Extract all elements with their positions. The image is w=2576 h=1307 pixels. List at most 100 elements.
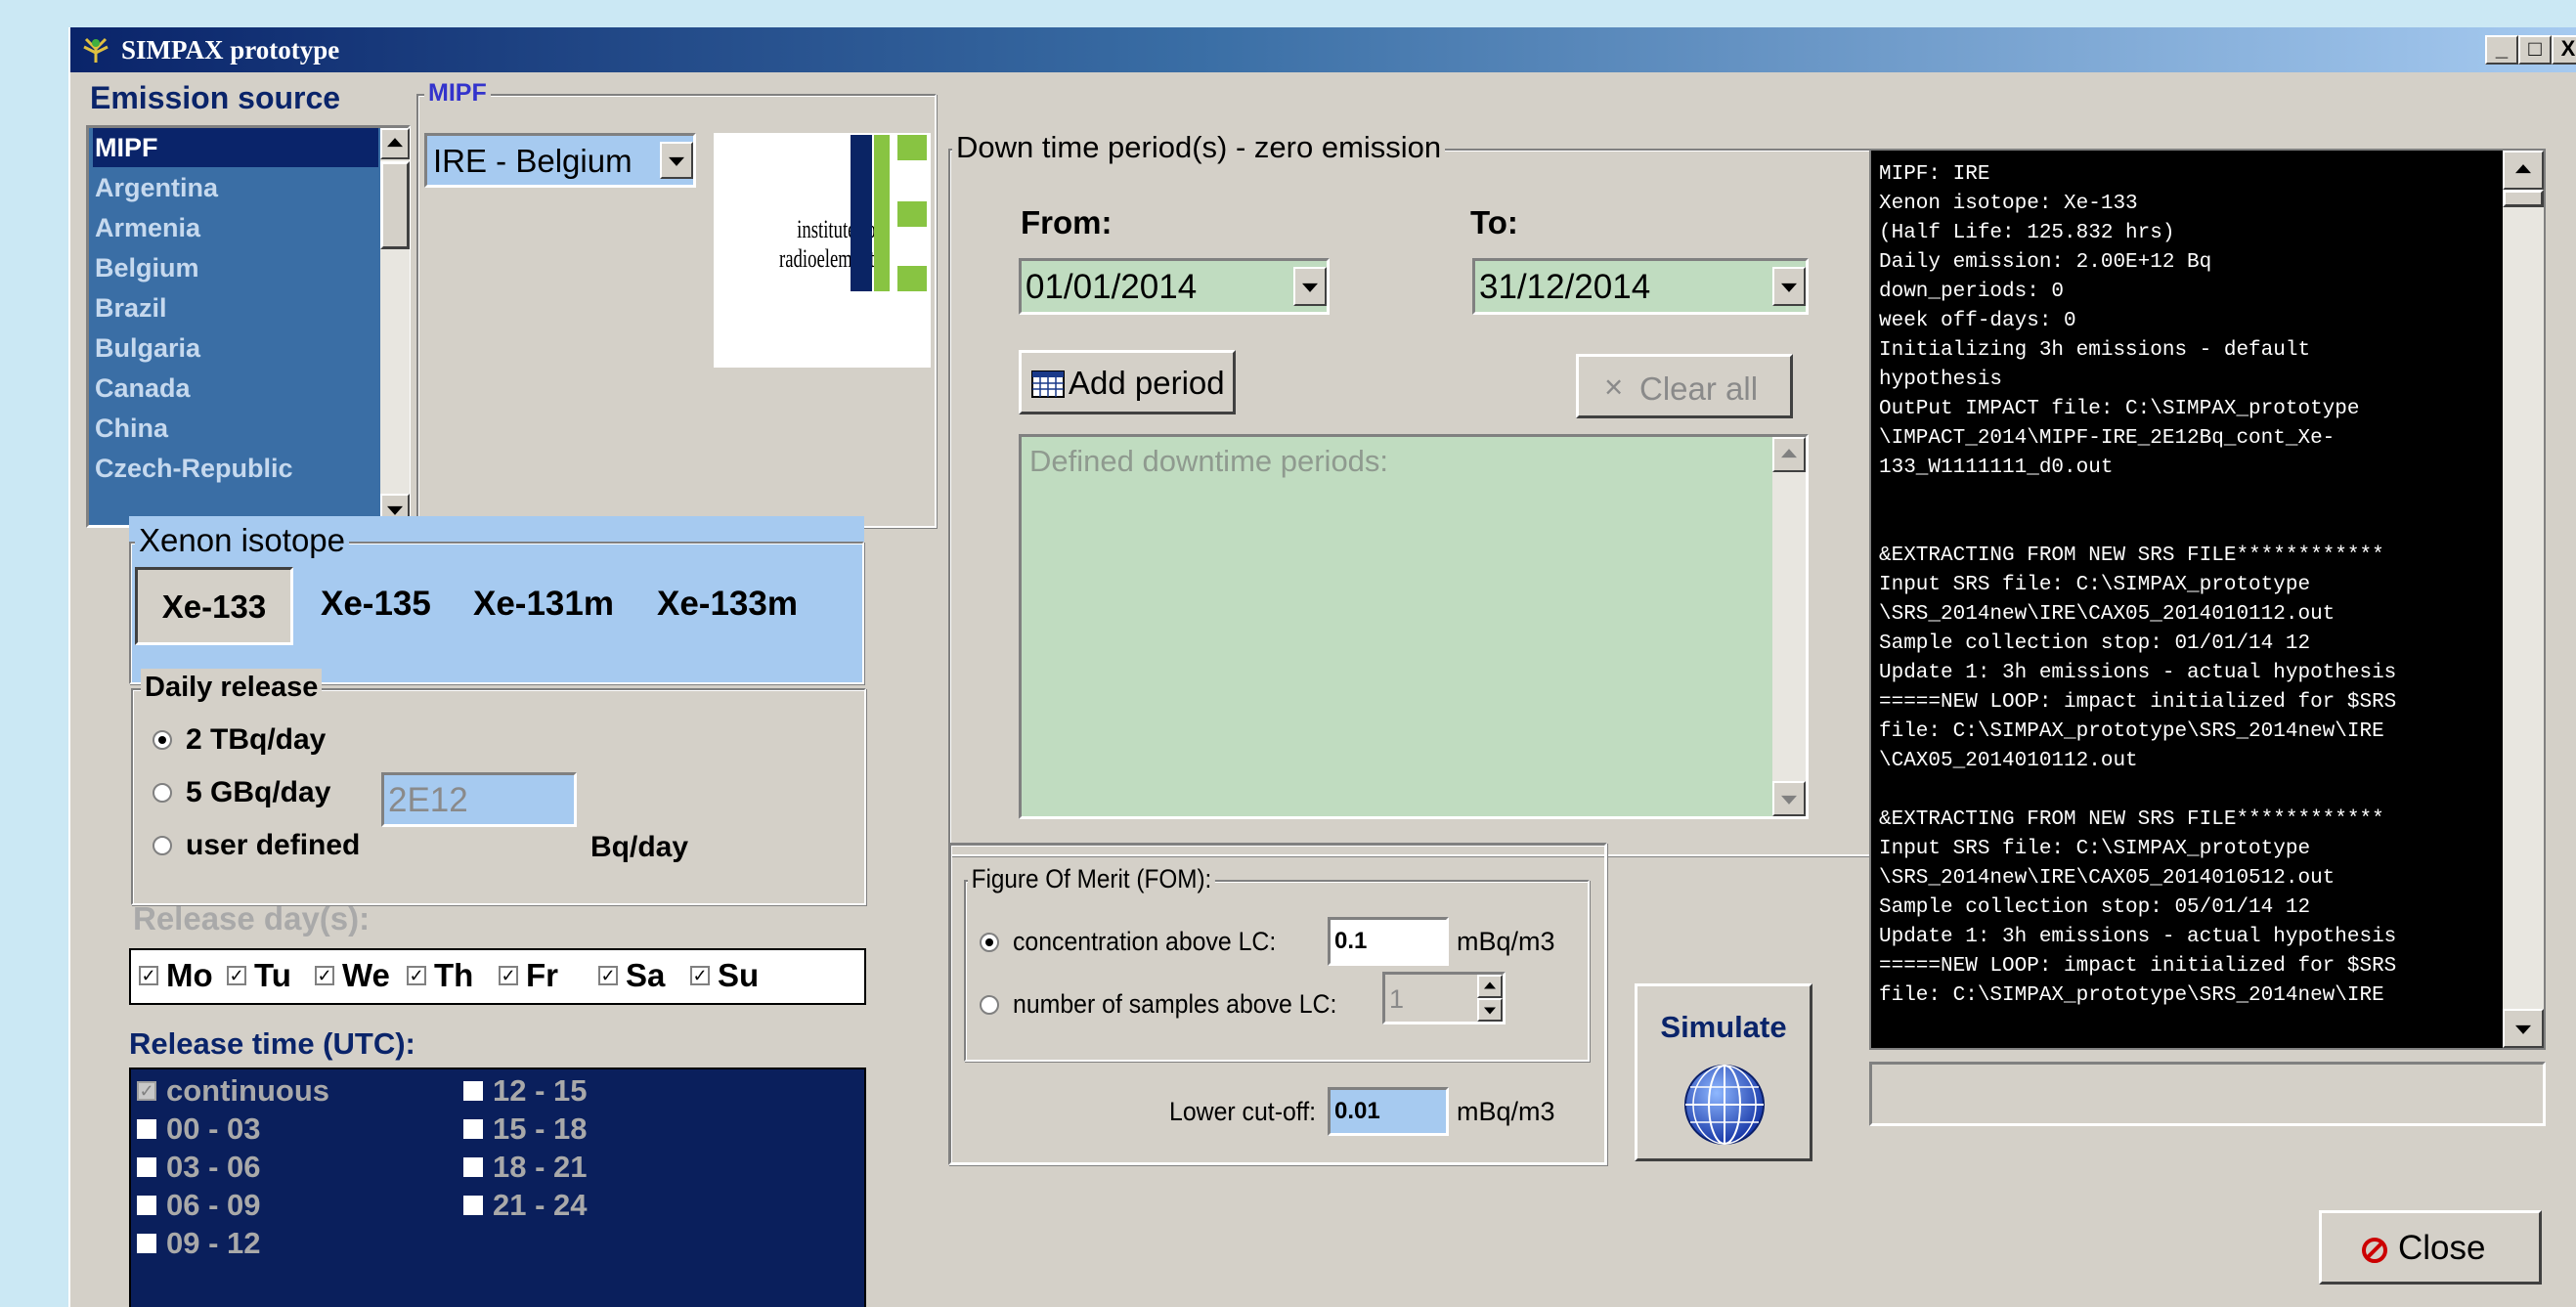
minimize-button[interactable]: _ <box>2485 35 2518 65</box>
emission-source-item[interactable]: Argentina <box>93 168 378 207</box>
facility-select[interactable]: IRE - Belgium <box>424 133 696 188</box>
console-line: \SRS_2014new\IRE\CAX05_2014010112.out <box>1879 603 2336 626</box>
day-label[interactable]: Sa <box>626 956 665 995</box>
time-slot-checkbox[interactable] <box>463 1081 483 1101</box>
time-slot-checkbox[interactable] <box>137 1119 156 1139</box>
console-line: hypothesis <box>1879 369 2003 391</box>
time-slot-checkbox[interactable] <box>463 1119 483 1139</box>
emission-source-item[interactable]: Bulgaria <box>93 328 378 368</box>
isotope-xe135-button[interactable]: Xe-135 <box>321 585 431 624</box>
day-label[interactable]: Th <box>434 956 473 995</box>
add-period-button[interactable]: Add period <box>1019 350 1236 414</box>
day-label[interactable]: Tu <box>254 956 291 995</box>
time-slot-label[interactable]: 06 - 09 <box>166 1188 261 1223</box>
day-label[interactable]: Fr <box>526 956 558 995</box>
emission-source-item[interactable]: Belgium <box>93 248 378 287</box>
fom-samples-radio[interactable] <box>980 995 999 1015</box>
periods-scroll-up-button[interactable] <box>1772 437 1806 472</box>
time-slot-label[interactable]: 18 - 21 <box>493 1150 588 1185</box>
isotope-xe131m-button[interactable]: Xe-131m <box>473 585 614 624</box>
day-su-checkbox[interactable]: ✓ <box>690 966 710 985</box>
title-bar[interactable]: SIMPAX prototype _ □ X <box>70 27 2576 72</box>
spinner-up-button[interactable] <box>1477 975 1503 998</box>
emission-source-item[interactable]: China <box>93 409 378 448</box>
to-date-picker[interactable]: 31/12/2014 <box>1472 258 1809 315</box>
day-label[interactable]: We <box>342 956 390 995</box>
release-2tbq-radio[interactable] <box>153 730 172 750</box>
emission-source-item[interactable]: Czech-Republic <box>93 449 378 488</box>
console-scroll-thumb[interactable] <box>2503 190 2544 207</box>
from-date-dropdown-button[interactable] <box>1293 267 1327 306</box>
release-user-defined-radio[interactable] <box>153 836 172 855</box>
release-user-defined-label[interactable]: user defined <box>186 827 360 864</box>
time-slot-label[interactable]: 21 - 24 <box>493 1188 588 1223</box>
maximize-button[interactable]: □ <box>2518 35 2552 65</box>
day-sa-checkbox[interactable]: ✓ <box>598 966 618 985</box>
day-th-checkbox[interactable]: ✓ <box>407 966 426 985</box>
facility-dropdown-button[interactable] <box>660 142 693 179</box>
emission-source-item[interactable]: Armenia <box>93 208 378 247</box>
fom-samples-label[interactable]: number of samples above LC: <box>1013 987 1336 1021</box>
clear-icon: × <box>1604 369 1624 405</box>
emission-source-scrollbar[interactable] <box>380 128 410 525</box>
console-scrollbar[interactable] <box>2503 151 2544 1048</box>
simpax-window: SIMPAX prototype _ □ X Emission source M… <box>68 27 2576 1307</box>
time-slot-label[interactable]: 00 - 03 <box>166 1111 261 1147</box>
time-slot-checkbox[interactable] <box>463 1196 483 1215</box>
time-slot-label[interactable]: 15 - 18 <box>493 1111 588 1147</box>
isotope-xe133-button[interactable]: Xe-133 <box>135 567 293 645</box>
day-mo-checkbox[interactable]: ✓ <box>139 966 158 985</box>
console-line: file: C:\SIMPAX_prototype\SRS_2014new\IR… <box>1879 720 2384 743</box>
continuous-checkbox[interactable]: ✓ <box>137 1081 156 1101</box>
console-scroll-up-button[interactable] <box>2503 151 2544 190</box>
to-date-dropdown-button[interactable] <box>1772 267 1806 306</box>
window-title: SIMPAX prototype <box>121 35 340 65</box>
day-label[interactable]: Mo <box>166 956 213 995</box>
mipf-legend: MIPF <box>424 78 491 108</box>
emission-source-item[interactable]: MIPF <box>93 128 378 167</box>
emission-source-item[interactable]: Canada <box>93 369 378 408</box>
emission-source-item[interactable]: Brazil <box>93 288 378 327</box>
release-5gbq-radio[interactable] <box>153 783 172 803</box>
release-5gbq-label[interactable]: 5 GBq/day <box>186 774 330 811</box>
simulate-button[interactable]: Simulate <box>1635 983 1812 1161</box>
cutoff-input[interactable]: 0.01 <box>1328 1087 1449 1136</box>
fom-samples-spinner[interactable]: 1 <box>1382 972 1506 1024</box>
release-value-input[interactable]: 2E12 <box>381 772 577 827</box>
time-slot-checkbox[interactable] <box>463 1157 483 1177</box>
day-label[interactable]: Su <box>718 956 759 995</box>
isotope-xe133-label: Xe-133 <box>161 588 267 625</box>
close-button[interactable]: Close <box>2319 1210 2542 1285</box>
fom-concentration-label[interactable]: concentration above LC: <box>1013 925 1276 958</box>
release-2tbq-label[interactable]: 2 TBq/day <box>186 721 326 759</box>
downtime-periods-list[interactable]: Defined downtime periods: <box>1019 434 1809 819</box>
emission-source-heading: Emission source <box>90 80 341 115</box>
time-slot-label[interactable]: 12 - 15 <box>493 1073 588 1109</box>
day-tu-checkbox[interactable]: ✓ <box>227 966 246 985</box>
console-scroll-down-button[interactable] <box>2503 1009 2544 1048</box>
periods-scroll-down-button[interactable] <box>1772 781 1806 816</box>
console-line: &EXTRACTING FROM NEW SRS FILE***********… <box>1879 808 2384 831</box>
scroll-up-button[interactable] <box>380 128 410 159</box>
periods-scrollbar[interactable] <box>1772 437 1806 816</box>
fom-concentration-input[interactable]: 0.1 <box>1328 917 1449 966</box>
scroll-thumb[interactable] <box>380 161 410 249</box>
log-console[interactable]: MIPF: IRE Xenon isotope: Xe-133 (Half Life… <box>1869 149 2546 1050</box>
day-we-checkbox[interactable]: ✓ <box>315 966 334 985</box>
to-label: To: <box>1470 204 1518 240</box>
emission-source-list[interactable]: MIPF Argentina Armenia Belgium Brazil Bulgari… <box>86 125 411 528</box>
clear-all-button[interactable]: × Clear all <box>1576 354 1793 418</box>
close-window-button[interactable]: X <box>2552 35 2576 65</box>
fom-group: Figure Of Merit (FOM): <box>964 862 1590 1062</box>
isotope-xe133m-button[interactable]: Xe-133m <box>657 585 798 624</box>
day-fr-checkbox[interactable]: ✓ <box>499 966 518 985</box>
time-slot-label[interactable]: 09 - 12 <box>166 1226 261 1261</box>
time-slot-checkbox[interactable] <box>137 1196 156 1215</box>
time-slot-label[interactable]: 03 - 06 <box>166 1150 261 1185</box>
fom-concentration-radio[interactable] <box>980 933 999 952</box>
time-slot-checkbox[interactable] <box>137 1234 156 1253</box>
time-slot-checkbox[interactable] <box>137 1157 156 1177</box>
from-date-picker[interactable]: 01/01/2014 <box>1019 258 1330 315</box>
spinner-down-button[interactable] <box>1477 998 1503 1022</box>
time-slot-label[interactable]: continuous <box>166 1073 329 1109</box>
